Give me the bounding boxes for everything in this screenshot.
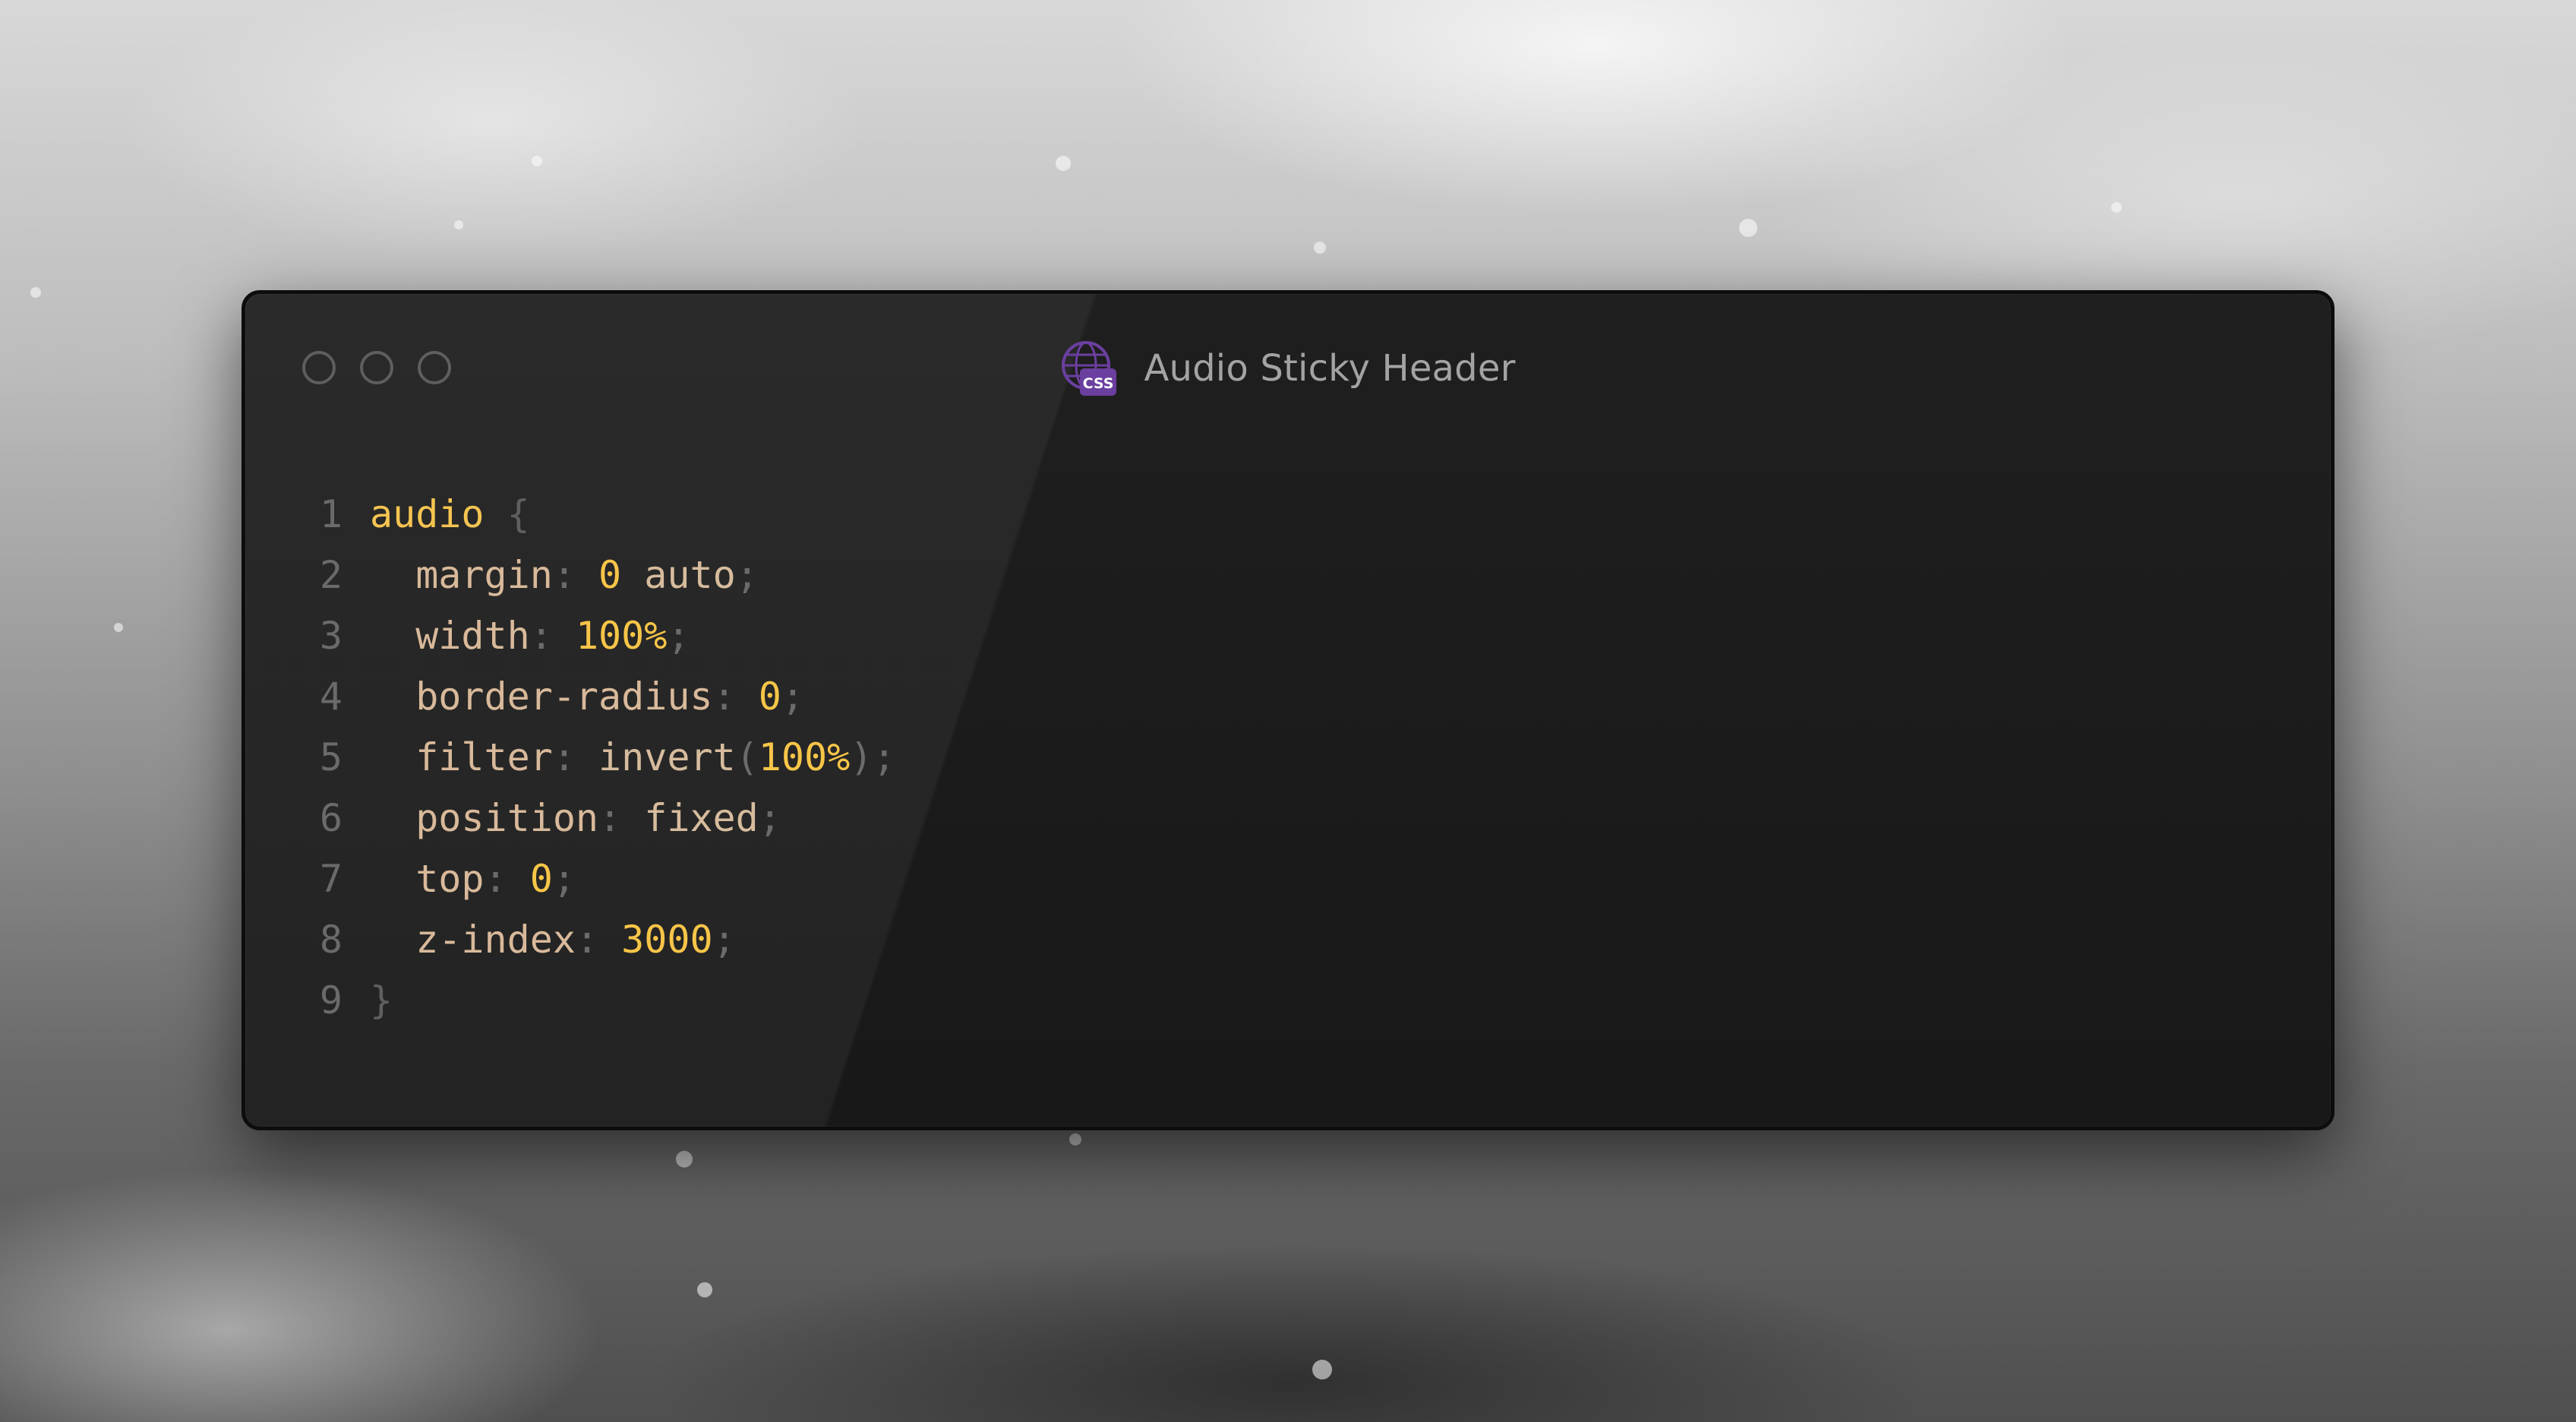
code-token: 0 xyxy=(758,675,781,719)
code-line: 1 audio { xyxy=(298,484,895,545)
code-token: ; xyxy=(735,553,759,597)
line-number: 5 xyxy=(319,735,343,779)
code-token: : xyxy=(484,857,530,901)
background-speck xyxy=(676,1151,693,1168)
code-token: z-index xyxy=(370,918,576,962)
line-number: 3 xyxy=(319,614,343,658)
code-token: ( xyxy=(735,735,759,779)
code-token: } xyxy=(370,978,393,1022)
code-token: : xyxy=(598,796,645,840)
line-number: 9 xyxy=(319,978,343,1022)
background-speck xyxy=(454,220,463,229)
code-token: ; xyxy=(667,614,690,658)
code-token: : xyxy=(712,675,759,719)
code-token: : xyxy=(575,918,622,962)
code-token: fixed xyxy=(644,796,759,840)
code-token: 100% xyxy=(575,614,668,658)
code-token: position xyxy=(370,796,599,840)
code-token: border-radius xyxy=(370,675,713,719)
window-title: Audio Sticky Header xyxy=(1144,347,1516,390)
code-line: 5 filter: invert(100%); xyxy=(298,727,896,788)
code-token: filter xyxy=(370,735,553,779)
background-speck xyxy=(1069,1133,1081,1146)
title-group: CSS Audio Sticky Header xyxy=(245,340,2331,397)
background-speck xyxy=(1739,219,1757,237)
code-token: ); xyxy=(850,735,896,779)
title-bar: CSS Audio Sticky Header xyxy=(245,294,2331,438)
code-token: ; xyxy=(712,918,736,962)
css-globe-icon: CSS xyxy=(1062,341,1117,396)
code-token: : xyxy=(552,735,599,779)
line-number: 6 xyxy=(319,796,343,840)
code-token: ; xyxy=(781,675,804,719)
line-number: 2 xyxy=(319,553,343,597)
code-window: CSS Audio Sticky Header 1 audio {2 margin… xyxy=(242,290,2334,1130)
code-token: : xyxy=(552,553,599,597)
code-token: 0 xyxy=(529,857,553,901)
code-token: 3000 xyxy=(621,918,713,962)
css-badge-label: CSS xyxy=(1083,375,1114,392)
code-token: audio xyxy=(370,492,485,536)
line-number: 1 xyxy=(319,492,343,536)
code-token: ; xyxy=(552,857,576,901)
background-speck xyxy=(30,287,41,298)
code-line: 3 width: 100%; xyxy=(298,605,895,666)
code-line: 8 z-index: 3000; xyxy=(298,909,895,970)
code-token: { xyxy=(507,492,530,536)
code-token: margin xyxy=(370,553,553,597)
code-line: 4 border-radius: 0; xyxy=(298,666,895,727)
background-speck xyxy=(532,156,542,166)
code-line: 2 margin: 0 auto; xyxy=(298,545,895,605)
code-token: : xyxy=(529,614,576,658)
code-line: 7 top: 0; xyxy=(298,848,895,909)
background-speck xyxy=(2111,202,2122,213)
code-token: top xyxy=(370,857,485,901)
code-token: 100% xyxy=(758,735,851,779)
line-number: 8 xyxy=(319,918,343,962)
code-block[interactable]: 1 audio {2 margin: 0 auto; 3 width: 100%; 4… xyxy=(298,484,896,1031)
code-line: 6 position: fixed; xyxy=(298,788,895,848)
line-number: 7 xyxy=(319,857,343,901)
code-token: auto xyxy=(644,553,736,597)
background-speck xyxy=(1312,1360,1332,1379)
line-number: 4 xyxy=(319,675,343,719)
background-speck xyxy=(1056,156,1071,171)
code-token: 0 xyxy=(598,553,622,597)
code-line: 9} xyxy=(298,970,895,1031)
background-speck xyxy=(114,623,123,632)
code-token: width xyxy=(370,614,530,658)
code-token: invert xyxy=(598,735,736,779)
background-speck xyxy=(697,1282,712,1297)
code-token: ; xyxy=(758,796,781,840)
background-speck xyxy=(1314,242,1326,254)
